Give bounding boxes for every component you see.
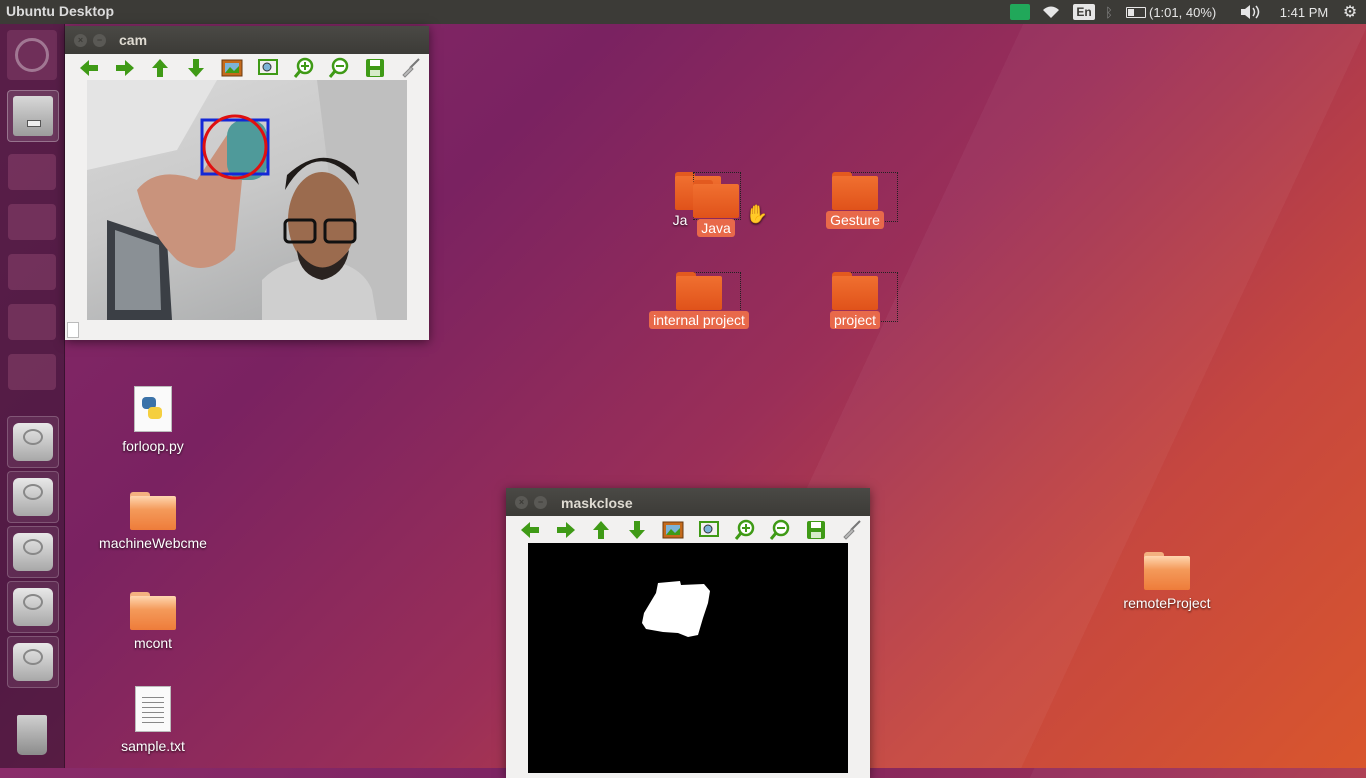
titlebar: × − cam	[65, 26, 429, 54]
arrow-up-icon[interactable]	[143, 55, 179, 81]
zoom-in-icon[interactable]	[286, 55, 322, 81]
arrow-left-icon[interactable]	[71, 55, 107, 81]
arrow-up-icon[interactable]	[584, 517, 620, 543]
window-title: cam	[119, 32, 148, 48]
zoom-fit-icon[interactable]	[691, 517, 727, 543]
brush-icon[interactable]	[393, 55, 429, 81]
battery-indicator[interactable]: (1:01, 40%)	[1126, 0, 1230, 24]
desktop-folder-remoteproject[interactable]: remoteProject	[1112, 552, 1222, 611]
webcam-view	[87, 80, 407, 320]
hard-drive-icon	[13, 533, 53, 571]
minimize-icon[interactable]: −	[93, 34, 106, 47]
top-panel: Ubuntu Desktop En ᛒ (1:01, 40%) 1:41 PM …	[0, 0, 1366, 24]
hand-cursor-icon: ✋	[745, 204, 769, 224]
file-label: forloop.py	[122, 438, 184, 454]
volume-icon[interactable]	[1238, 0, 1262, 24]
mask-view	[528, 543, 848, 773]
folder-label: remoteProject	[1123, 595, 1211, 611]
drive-launcher-3[interactable]	[7, 526, 59, 578]
folder-label: project	[829, 311, 881, 329]
save-icon[interactable]	[798, 517, 834, 543]
hard-drive-icon	[13, 643, 53, 681]
hard-drive-icon	[13, 423, 53, 461]
arrow-right-icon[interactable]	[548, 517, 584, 543]
trash-launcher[interactable]	[7, 710, 57, 760]
folder-label: Gesture	[826, 211, 884, 229]
wifi-icon[interactable]	[1040, 0, 1062, 24]
launcher-app-faded-3[interactable]	[8, 354, 56, 390]
trash-icon	[17, 715, 47, 755]
text-file-icon	[135, 686, 171, 732]
desktop-file-sample[interactable]: sample.txt	[98, 686, 208, 754]
zoom-in-icon[interactable]	[727, 517, 763, 543]
keyboard-language-indicator[interactable]: En	[1073, 0, 1095, 24]
folder-label: Java	[697, 219, 735, 237]
launcher-app-faded-2[interactable]	[8, 254, 56, 290]
desktop-folder-machinewebcme[interactable]: machineWebcme	[98, 492, 208, 551]
hard-drive-icon	[13, 588, 53, 626]
clock[interactable]: 1:41 PM	[1276, 0, 1332, 24]
file-cabinet-icon	[13, 96, 53, 136]
ubuntu-logo-icon	[15, 38, 49, 72]
folder-label: internal project	[649, 311, 749, 329]
files-launcher[interactable]	[7, 90, 59, 142]
maskclose-window: × − maskclose	[506, 488, 870, 778]
desktop-file-forloop[interactable]: forloop.py	[98, 386, 208, 454]
toolbar	[65, 54, 429, 82]
window-title: maskclose	[561, 495, 633, 511]
save-icon[interactable]	[357, 55, 393, 81]
drive-launcher-1[interactable]	[7, 416, 59, 468]
file-label: sample.txt	[121, 738, 185, 754]
settings-gear-icon[interactable]: ⚙	[1338, 0, 1362, 24]
close-icon[interactable]: ×	[515, 496, 528, 509]
pycharm-launcher[interactable]	[8, 204, 56, 240]
battery-icon	[1126, 6, 1146, 18]
dash-home-button[interactable]	[7, 30, 57, 80]
python-file-icon	[134, 386, 172, 432]
folder-icon	[130, 492, 176, 530]
folder-label: mcont	[133, 635, 173, 651]
drive-launcher-4[interactable]	[7, 581, 59, 633]
active-app-title: Ubuntu Desktop	[6, 3, 115, 19]
camera-icon[interactable]	[1009, 0, 1031, 24]
folder-label: machineWebcme	[99, 535, 207, 551]
desktop-folder-project[interactable]: project	[800, 272, 910, 329]
zoom-out-icon[interactable]	[763, 517, 799, 543]
launcher	[0, 24, 65, 768]
bluetooth-icon[interactable]: ᛒ	[1100, 0, 1118, 24]
arrow-down-icon[interactable]	[178, 55, 214, 81]
desktop-folder-gesture[interactable]: Gesture	[800, 172, 910, 229]
close-icon[interactable]: ×	[74, 34, 87, 47]
folder-icon	[1144, 552, 1190, 590]
minimize-icon[interactable]: −	[534, 496, 547, 509]
folder-icon	[130, 592, 176, 630]
drive-launcher-2[interactable]	[7, 471, 59, 523]
status-bar-handle[interactable]	[67, 322, 79, 338]
launcher-app-faded-1[interactable]	[8, 154, 56, 190]
amazon-launcher[interactable]	[8, 304, 56, 340]
titlebar: × − maskclose	[506, 488, 870, 516]
arrow-left-icon[interactable]	[512, 517, 548, 543]
toolbar	[506, 516, 870, 544]
arrow-right-icon[interactable]	[107, 55, 143, 81]
desktop-folder-internal-project[interactable]: internal project	[643, 272, 755, 329]
image-icon[interactable]	[214, 55, 250, 81]
zoom-out-icon[interactable]	[322, 55, 358, 81]
drive-launcher-5[interactable]	[7, 636, 59, 688]
cam-window: × − cam	[65, 26, 429, 340]
zoom-fit-icon[interactable]	[250, 55, 286, 81]
desktop-folder-mcont[interactable]: mcont	[98, 592, 208, 651]
hard-drive-icon	[13, 478, 53, 516]
battery-status: (1:01, 40%)	[1149, 4, 1217, 20]
brush-icon[interactable]	[834, 517, 870, 543]
image-icon[interactable]	[655, 517, 691, 543]
arrow-down-icon[interactable]	[619, 517, 655, 543]
